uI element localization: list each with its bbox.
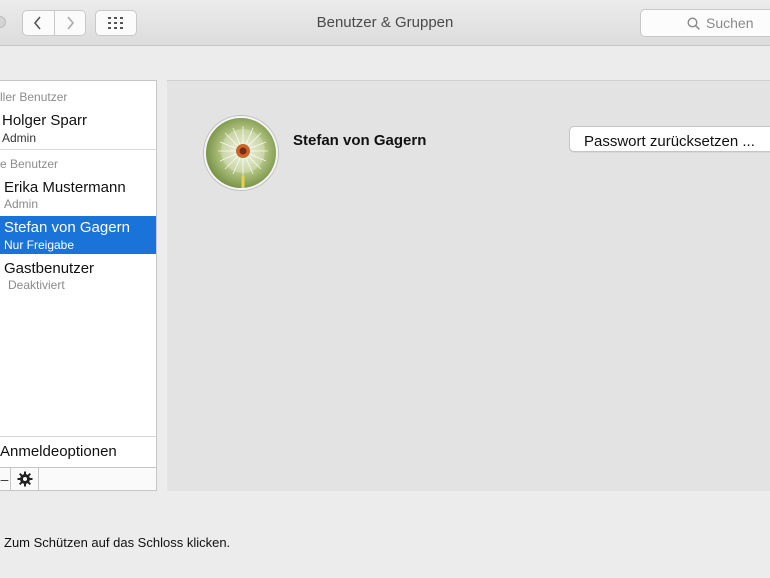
- user-name: Stefan von Gagern: [4, 219, 130, 236]
- user-role: Admin: [2, 131, 37, 145]
- user-avatar[interactable]: [204, 116, 278, 190]
- user-name: Holger Sparr: [2, 112, 88, 129]
- user-item-holger-sparr[interactable]: Holger Sparr Admin: [0, 109, 156, 147]
- user-item-stefan-von-gagern[interactable]: Stefan von Gagern Nur Freigabe: [0, 216, 156, 254]
- user-role: Nur Freigabe: [4, 238, 75, 252]
- search-icon: [687, 16, 700, 30]
- user-item-erika-mustermann[interactable]: Erika Mustermann Admin: [0, 176, 156, 214]
- user-role: Admin: [4, 197, 39, 211]
- user-name: Erika Mustermann: [4, 179, 126, 196]
- section-header-current-user: ller Benutzer: [0, 90, 68, 104]
- login-options-label: Anmeldeoptionen: [0, 443, 117, 460]
- dandelion-image: [206, 118, 276, 188]
- user-item-gastbenutzer[interactable]: Gastbenutzer Deaktiviert: [0, 257, 156, 295]
- section-divider: [0, 149, 156, 150]
- user-name: Gastbenutzer: [4, 260, 95, 277]
- remove-label: –: [0, 471, 9, 487]
- user-role: Deaktiviert: [8, 278, 65, 292]
- window-toolbar: Benutzer & Gruppen Suchen: [0, 0, 770, 46]
- reset-password-button[interactable]: Passwort zurücksetzen ...: [569, 126, 770, 152]
- search-input[interactable]: Suchen: [640, 9, 770, 37]
- login-options-item[interactable]: Anmeldeoptionen: [0, 436, 156, 468]
- users-sidebar: ller Benutzer Holger Sparr Admin e Benut…: [0, 80, 157, 491]
- action-menu-button[interactable]: [11, 468, 39, 490]
- remove-user-button[interactable]: –: [0, 468, 11, 490]
- lock-hint-text: Zum Schützen auf das Schloss klicken.: [4, 535, 231, 550]
- gear-icon: [17, 471, 32, 487]
- user-detail-pane: Stefan von Gagern Passwort zurücksetzen …: [167, 80, 770, 491]
- sidebar-action-bar: –: [0, 467, 156, 490]
- section-header-other-users: e Benutzer: [0, 157, 59, 171]
- selected-user-name: Stefan von Gagern: [293, 132, 427, 149]
- search-placeholder: Suchen: [706, 15, 754, 31]
